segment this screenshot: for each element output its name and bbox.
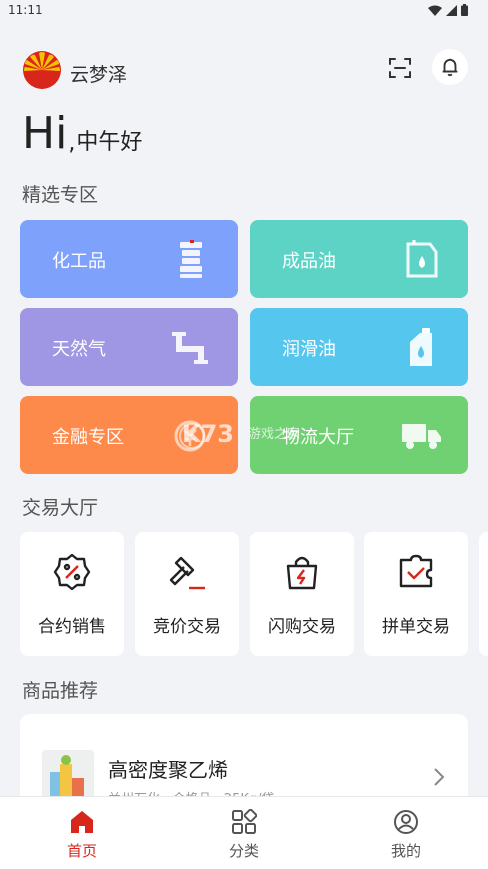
pipe-icon xyxy=(172,332,208,364)
section-title-trading: 交易大厅 xyxy=(22,497,99,519)
group-order-icon xyxy=(399,554,433,588)
category-label: 天然气 xyxy=(52,339,106,360)
category-grid-icon xyxy=(232,809,257,834)
category-label: 成品油 xyxy=(282,251,336,272)
status-icons xyxy=(428,4,468,16)
svg-text:K73: K73 xyxy=(182,420,234,448)
status-bar: 11:11 xyxy=(0,0,488,22)
flash-bag-icon xyxy=(286,556,318,590)
signal-icon xyxy=(446,4,457,16)
app-header: 云梦泽 xyxy=(0,44,488,96)
scan-button[interactable] xyxy=(384,52,416,84)
petrochina-logo-icon xyxy=(23,51,61,89)
category-tile-lubricants[interactable]: 润滑油 xyxy=(250,308,468,386)
profile-icon xyxy=(394,810,418,834)
category-label: 润滑油 xyxy=(282,339,336,360)
trade-label: 闪购交易 xyxy=(268,617,336,637)
bottom-nav: 首页 分类 我的 xyxy=(0,796,488,869)
watermark-text: 游戏之家 xyxy=(248,426,301,442)
trade-card-bidding[interactable]: 竞价交易 xyxy=(135,532,239,656)
product-name: 高密度聚乙烯 xyxy=(108,758,228,782)
category-tile-natural-gas[interactable]: 天然气 xyxy=(20,308,238,386)
nav-label-home: 首页 xyxy=(66,842,97,860)
nav-item-category[interactable]: 分类 xyxy=(194,797,294,869)
app-name: 云梦泽 xyxy=(70,64,128,86)
oil-can-icon xyxy=(406,240,438,278)
trade-label: 竞价交易 xyxy=(153,617,221,637)
status-time: 11:11 xyxy=(8,3,43,17)
truck-icon xyxy=(402,424,441,449)
gavel-icon xyxy=(169,556,205,590)
category-tile-chemicals[interactable]: 化工品 xyxy=(20,220,238,298)
watermark: K73 游戏之家 xyxy=(176,412,300,452)
battery-icon xyxy=(461,4,468,16)
nav-label-category: 分类 xyxy=(228,842,259,860)
category-label: 化工品 xyxy=(52,251,106,272)
wifi-icon xyxy=(428,5,442,16)
category-label: 金融专区 xyxy=(52,427,124,448)
home-icon xyxy=(71,811,93,833)
bell-icon xyxy=(442,58,458,77)
nav-item-profile[interactable]: 我的 xyxy=(356,797,456,869)
barrel-icon xyxy=(180,240,202,278)
greeting-separator: , xyxy=(68,131,76,156)
notification-button[interactable] xyxy=(432,49,468,85)
scan-icon xyxy=(389,58,411,78)
nav-item-home[interactable]: 首页 xyxy=(32,797,132,869)
contract-badge-icon xyxy=(53,553,91,591)
greeting: Hi , 中午好 xyxy=(22,104,143,159)
trade-card-partial[interactable] xyxy=(479,532,488,656)
nav-label-profile: 我的 xyxy=(390,842,421,860)
trade-label: 合约销售 xyxy=(38,617,106,637)
greeting-text: 中午好 xyxy=(76,130,143,155)
lubricant-bottle-icon xyxy=(410,328,432,366)
watermark-logo-icon: K73 xyxy=(179,420,234,449)
greeting-hi: Hi xyxy=(22,108,68,159)
section-title-featured: 精选专区 xyxy=(22,184,99,206)
trade-row: 合约销售 竞价交易 闪购交易 拼单交易 xyxy=(20,532,488,658)
trade-card-contract-sales[interactable]: 合约销售 xyxy=(20,532,124,656)
trade-card-flash-sale[interactable]: 闪购交易 xyxy=(250,532,354,656)
trade-card-group-order[interactable]: 拼单交易 xyxy=(364,532,468,656)
section-title-products: 商品推荐 xyxy=(22,680,99,702)
trade-label: 拼单交易 xyxy=(382,617,450,637)
chevron-right-icon xyxy=(434,768,445,786)
category-tile-refined-oil[interactable]: 成品油 xyxy=(250,220,468,298)
